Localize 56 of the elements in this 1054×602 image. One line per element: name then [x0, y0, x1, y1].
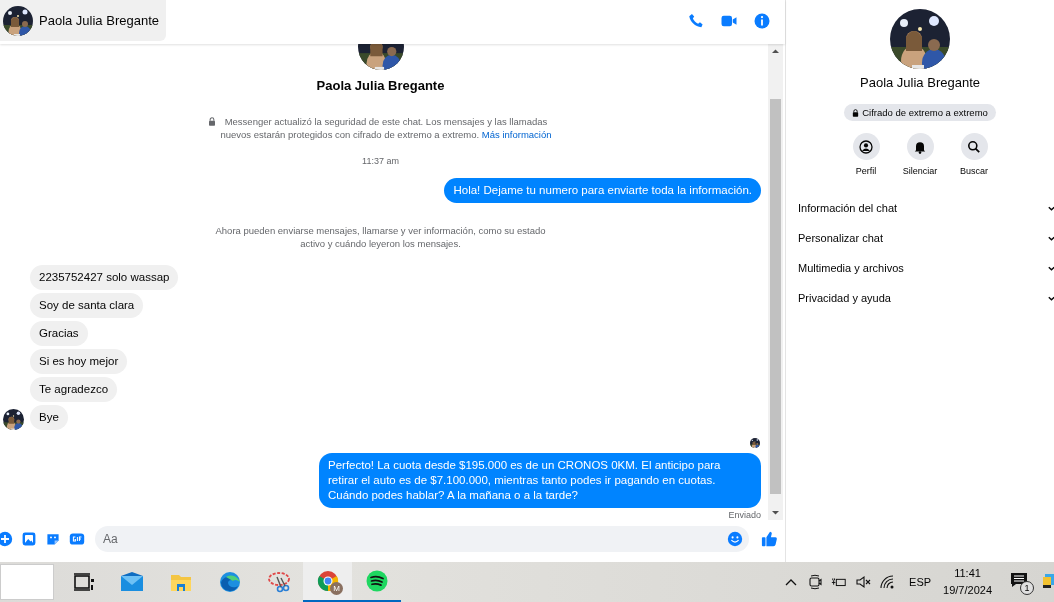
encryption-badge: Cifrado de extremo a extremo: [844, 104, 996, 121]
notice-text: Messenger actualizó la seguridad de este chat. Los mensajes y las llamadas nuevos estarán protegidos con cifrado de extremo a extremo. Más información: [219, 115, 553, 141]
search-icon: [966, 138, 982, 155]
timestamp: 11:37 am: [362, 155, 399, 167]
info-icon[interactable]: [753, 11, 771, 30]
plus-icon[interactable]: [0, 531, 13, 547]
browser-swirl-icon: [217, 570, 242, 594]
message-bubble: Bye: [30, 405, 68, 430]
contact-name: Paola Julia Bregante: [39, 13, 159, 28]
envelope-icon: [119, 570, 144, 594]
more-info-link[interactable]: Más información: [481, 129, 552, 140]
contact-chip[interactable]: Paola Julia Bregante: [0, 0, 166, 41]
section-row[interactable]: Información del chat: [786, 193, 1054, 223]
thumbs-up-icon[interactable]: [761, 530, 779, 548]
spotify-icon: [364, 569, 389, 593]
lock-icon: [208, 117, 216, 126]
action-label: Buscar: [960, 166, 988, 176]
message-bubble: Perfecto! La cuota desde $195.000 es de un CRONOS 0KM. El anticipo para retirar el auto es de $7.100.000, mientras tanto podes ir pagando en cuotas. Cuándo podes hablar? A la mañana o a la tarde?: [319, 453, 761, 508]
message-field[interactable]: Aa: [95, 526, 749, 552]
message-bubble: Te agradezco: [30, 377, 118, 402]
lock-icon: [852, 108, 860, 117]
smiley-icon[interactable]: [727, 531, 743, 547]
camera-icon[interactable]: [807, 574, 824, 590]
scissors-icon: [266, 570, 291, 594]
sticker-icon[interactable]: [45, 531, 61, 547]
action-button[interactable]: [906, 133, 934, 160]
action-button[interactable]: [852, 133, 880, 160]
message-bubble: Gracias: [30, 321, 88, 346]
wifi-icon[interactable]: [879, 574, 896, 590]
contact-name: Paola Julia Bregante: [860, 75, 980, 91]
phone-icon[interactable]: [687, 11, 705, 30]
language-indicator[interactable]: ESP: [909, 576, 932, 588]
taskbar-app-button[interactable]: M: [303, 562, 352, 602]
section-row[interactable]: Personalizar chat: [786, 223, 1054, 253]
clock-date[interactable]: 11:41 19/7/2024: [943, 565, 992, 599]
contact-name: Paola Julia Bregante: [316, 78, 445, 94]
action-label: Silenciar: [902, 166, 938, 176]
scrollbar-thumb[interactable]: [770, 99, 781, 494]
notifications-button[interactable]: 1: [1010, 570, 1032, 594]
scrollbar[interactable]: [768, 44, 783, 520]
message-bubble: Soy de santa clara: [30, 293, 144, 318]
image-icon[interactable]: [21, 531, 37, 547]
profile-badge: M: [330, 582, 343, 595]
message-bubble: 2235752427 solo wassap: [30, 265, 179, 290]
section-row[interactable]: Privacidad y ayuda: [786, 283, 1054, 313]
chrome-icon: [315, 569, 340, 593]
action-button[interactable]: [960, 133, 988, 160]
delivery-status: Enviado: [728, 510, 761, 520]
speaker-muted-icon[interactable]: [855, 574, 872, 590]
profile-icon: [858, 138, 874, 155]
message-bubble: Hola! Dejame tu numero para enviarte toda la información.: [444, 178, 761, 203]
message-bubble: Si es hoy mejor: [30, 349, 128, 374]
notice-text: Ahora pueden enviarse mensajes, llamarse y ver información, como su estado activo y cuándo leyeron los mensajes.: [214, 224, 547, 250]
gif-icon[interactable]: [69, 531, 85, 547]
section-row[interactable]: Multimedia y archivos: [786, 253, 1054, 283]
action-label: Perfil: [855, 166, 877, 176]
